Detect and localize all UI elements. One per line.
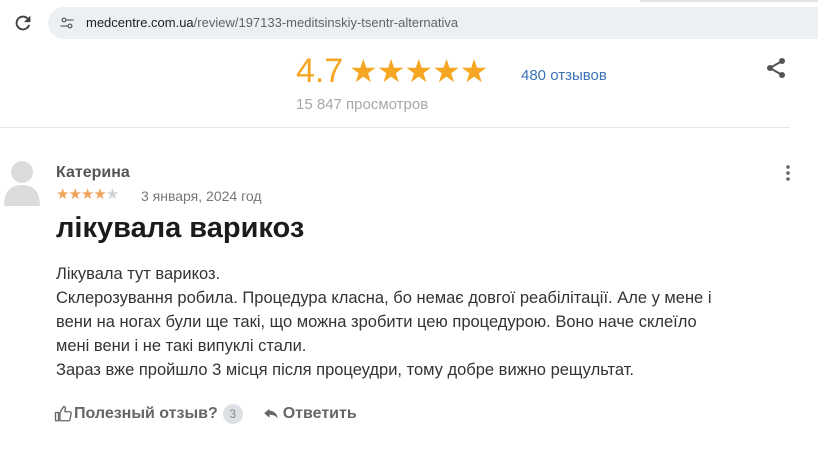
url-host: medcentre.com.ua <box>86 15 194 30</box>
user-avatar-icon <box>4 161 40 206</box>
review-body-line: вени на ногах були ще такі, що можна зро… <box>56 313 697 331</box>
thumbs-up-icon <box>54 405 72 422</box>
url-path: /review/197133-meditsinskiy-tsentr-alter… <box>193 15 459 30</box>
reply-button[interactable]: Ответить <box>261 405 357 423</box>
views-count: 15 847 просмотров <box>296 96 429 113</box>
reload-icon[interactable] <box>12 12 34 34</box>
review-stars-filled: ★★★★ <box>56 186 107 203</box>
review-author: Катерина <box>56 164 130 181</box>
review-body-line: мені вени і не такі випуклі стали. <box>56 337 307 355</box>
tab-strip-edge <box>640 0 818 2</box>
site-info-icon[interactable] <box>58 14 76 32</box>
review-body-line: Зараз вже пройшло 3 місця після процеудр… <box>56 361 635 379</box>
review-body-line: Лікувала тут варикоз. <box>56 265 221 283</box>
review-rating-stars: ★★★★★ <box>56 186 119 204</box>
rating-stars: ★★★★★ <box>349 53 488 89</box>
review-body-line: Склерозування робила. Процедура класна, … <box>56 289 712 307</box>
review-body: Лікувала тут варикоз. Склерозування роби… <box>56 262 786 382</box>
review-stars-empty: ★ <box>105 186 119 203</box>
helpful-count-badge: 3 <box>222 404 243 424</box>
review-actions: Полезный отзыв? 3 Ответить <box>54 402 357 426</box>
review-title: лікувала варикоз <box>56 212 305 244</box>
section-divider <box>0 127 790 128</box>
rating-score: 4.7 <box>296 52 344 90</box>
helpful-label: Полезный отзыв? <box>74 405 218 422</box>
reviews-count-link[interactable]: 480 отзывов <box>521 67 607 84</box>
share-icon[interactable] <box>764 56 788 80</box>
helpful-button[interactable]: Полезный отзыв? 3 <box>54 404 243 424</box>
more-vertical-icon[interactable] <box>784 164 792 182</box>
reply-arrow-icon <box>263 408 278 419</box>
reply-label: Ответить <box>282 405 357 422</box>
url-text[interactable]: medcentre.com.ua/review/197133-meditsins… <box>86 15 458 30</box>
browser-toolbar: medcentre.com.ua/review/197133-meditsins… <box>0 0 818 46</box>
address-bar[interactable]: medcentre.com.ua/review/197133-meditsins… <box>48 7 818 39</box>
review-date: 3 января, 2024 год <box>141 188 262 204</box>
